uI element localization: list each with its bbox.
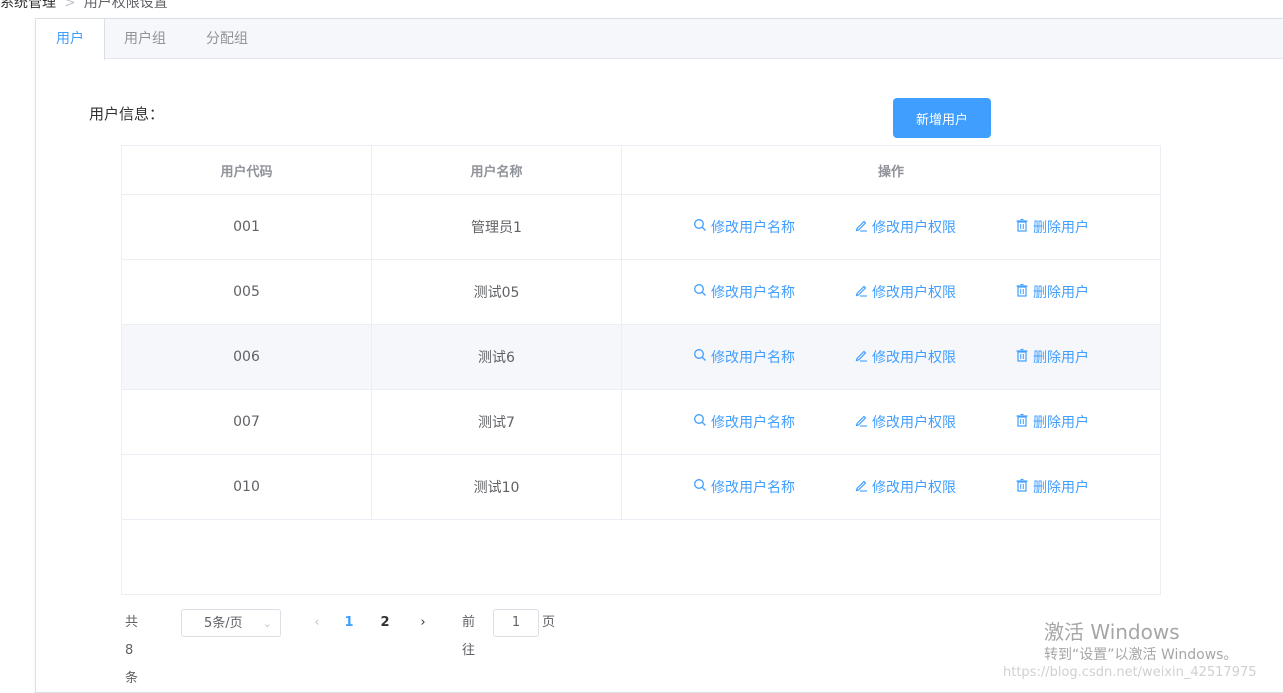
edit-permissions-label: 修改用户权限 — [872, 350, 956, 366]
delete-user-button[interactable]: 删除用户 — [1015, 412, 1089, 432]
delete-user-button[interactable]: 删除用户 — [1015, 477, 1089, 497]
chevron-left-icon: ‹ — [314, 615, 320, 630]
cell-user-code: 007 — [122, 390, 372, 454]
cell-actions: 修改用户名称 修改用户权限 删除用户 — [622, 455, 1160, 519]
rename-user-label: 修改用户名称 — [711, 220, 795, 236]
rename-user-label: 修改用户名称 — [711, 415, 795, 431]
edit-permissions-label: 修改用户权限 — [872, 480, 956, 496]
edit-permissions-label: 修改用户权限 — [872, 220, 956, 236]
cell-actions: 修改用户名称 修改用户权限 删除用户 — [622, 195, 1160, 259]
table-row: 007 测试7 修改用户名称 修改用户权限 删除用户 — [122, 390, 1160, 455]
windows-activation-watermark: 激活 Windows 转到“设置”以激活 Windows。 — [1044, 619, 1237, 665]
cell-user-code: 006 — [122, 325, 372, 389]
table-row: 006 测试6 修改用户名称 修改用户权限 删除用户 — [122, 325, 1160, 390]
table-row: 005 测试05 修改用户名称 修改用户权限 删除用户 — [122, 260, 1160, 325]
page-number-2[interactable]: 2 — [373, 609, 397, 637]
delete-user-label: 删除用户 — [1033, 480, 1089, 496]
rename-user-button[interactable]: 修改用户名称 — [693, 347, 795, 367]
delete-user-label: 删除用户 — [1033, 220, 1089, 236]
rename-user-button[interactable]: 修改用户名称 — [693, 282, 795, 302]
goto-label: 前往 — [462, 615, 476, 658]
delete-user-label: 删除用户 — [1033, 285, 1089, 301]
cell-user-code: 001 — [122, 195, 372, 259]
rename-user-button[interactable]: 修改用户名称 — [693, 217, 795, 237]
column-header-name: 用户名称 — [372, 146, 622, 194]
breadcrumb-separator: > — [64, 0, 76, 11]
tab-users[interactable]: 用户 — [36, 19, 105, 60]
cell-user-name: 测试10 — [372, 455, 622, 519]
edit-permissions-label: 修改用户权限 — [872, 415, 956, 431]
column-header-actions: 操作 — [877, 164, 904, 180]
page-size-select[interactable]: 5条/页 ⌄ — [181, 609, 281, 637]
rename-user-label: 修改用户名称 — [711, 350, 795, 366]
delete-user-button[interactable]: 删除用户 — [1015, 282, 1089, 302]
tab-card: 用户 用户组 分配组 用户信息： 新增用户 用户代码 用户名称 操作 001 管理… — [35, 18, 1283, 693]
trash-icon — [1015, 413, 1029, 431]
cell-actions: 修改用户名称 修改用户权限 删除用户 — [622, 260, 1160, 324]
search-icon — [693, 478, 707, 496]
rename-user-label: 修改用户名称 — [711, 285, 795, 301]
cell-actions: 修改用户名称 修改用户权限 删除用户 — [622, 390, 1160, 454]
column-header-code: 用户代码 — [122, 146, 372, 194]
pagination-total: 共 8 条 — [125, 615, 139, 686]
goto-page-input[interactable] — [493, 609, 539, 637]
cell-actions: 修改用户名称 修改用户权限 删除用户 — [622, 325, 1160, 389]
breadcrumb-current: 用户权限设置 — [83, 0, 168, 11]
edit-icon — [854, 413, 868, 431]
chevron-down-icon: ⌄ — [262, 617, 272, 630]
edit-icon — [854, 348, 868, 366]
search-icon — [693, 283, 707, 301]
tabs-bar: 用户 用户组 分配组 — [36, 19, 1283, 60]
edit-permissions-button[interactable]: 修改用户权限 — [854, 412, 956, 432]
search-icon — [693, 348, 707, 366]
page-size-value: 5条/页 — [204, 616, 243, 631]
trash-icon — [1015, 218, 1029, 236]
edit-permissions-label: 修改用户权限 — [872, 285, 956, 301]
cell-user-name: 测试7 — [372, 390, 622, 454]
watermark-subtitle: 转到“设置”以激活 Windows。 — [1044, 647, 1238, 663]
cell-user-code: 005 — [122, 260, 372, 324]
section-title: 用户信息： — [89, 105, 165, 123]
table-row: 010 测试10 修改用户名称 修改用户权限 删除用户 — [122, 455, 1160, 520]
table-row: 001 管理员1 修改用户名称 修改用户权限 删除用户 — [122, 195, 1160, 260]
cell-user-name: 测试6 — [372, 325, 622, 389]
url-watermark: https://blog.csdn.net/weixin_42517975 — [1003, 665, 1257, 680]
goto-suffix: 页 — [542, 615, 556, 630]
edit-icon — [854, 283, 868, 301]
search-icon — [693, 218, 707, 236]
delete-user-label: 删除用户 — [1033, 350, 1089, 366]
next-page-button[interactable]: › — [411, 609, 435, 637]
cell-user-name: 管理员1 — [372, 195, 622, 259]
page-number-1[interactable]: 1 — [337, 609, 361, 637]
tab-assign-groups[interactable]: 分配组 — [186, 19, 268, 59]
edit-permissions-button[interactable]: 修改用户权限 — [854, 477, 956, 497]
tab-user-groups[interactable]: 用户组 — [104, 19, 186, 59]
breadcrumb: 系统管理 > 用户权限设置 — [0, 0, 168, 11]
edit-icon — [854, 478, 868, 496]
cell-user-name: 测试05 — [372, 260, 622, 324]
edit-permissions-button[interactable]: 修改用户权限 — [854, 282, 956, 302]
add-user-button[interactable]: 新增用户 — [893, 98, 991, 138]
chevron-right-icon: › — [420, 615, 426, 630]
table-header: 用户代码 用户名称 操作 — [122, 146, 1160, 195]
trash-icon — [1015, 348, 1029, 366]
delete-user-label: 删除用户 — [1033, 415, 1089, 431]
rename-user-label: 修改用户名称 — [711, 480, 795, 496]
delete-user-button[interactable]: 删除用户 — [1015, 347, 1089, 367]
users-table: 用户代码 用户名称 操作 001 管理员1 修改用户名称 修改用户权限 删除用户 005 测… — [121, 145, 1161, 595]
watermark-title: 激活 Windows — [1044, 620, 1180, 644]
cell-user-code: 010 — [122, 455, 372, 519]
edit-icon — [854, 218, 868, 236]
trash-icon — [1015, 478, 1029, 496]
search-icon — [693, 413, 707, 431]
rename-user-button[interactable]: 修改用户名称 — [693, 477, 795, 497]
prev-page-button[interactable]: ‹ — [305, 609, 329, 637]
edit-permissions-button[interactable]: 修改用户权限 — [854, 347, 956, 367]
breadcrumb-root[interactable]: 系统管理 — [0, 0, 56, 11]
rename-user-button[interactable]: 修改用户名称 — [693, 412, 795, 432]
delete-user-button[interactable]: 删除用户 — [1015, 217, 1089, 237]
edit-permissions-button[interactable]: 修改用户权限 — [854, 217, 956, 237]
trash-icon — [1015, 283, 1029, 301]
